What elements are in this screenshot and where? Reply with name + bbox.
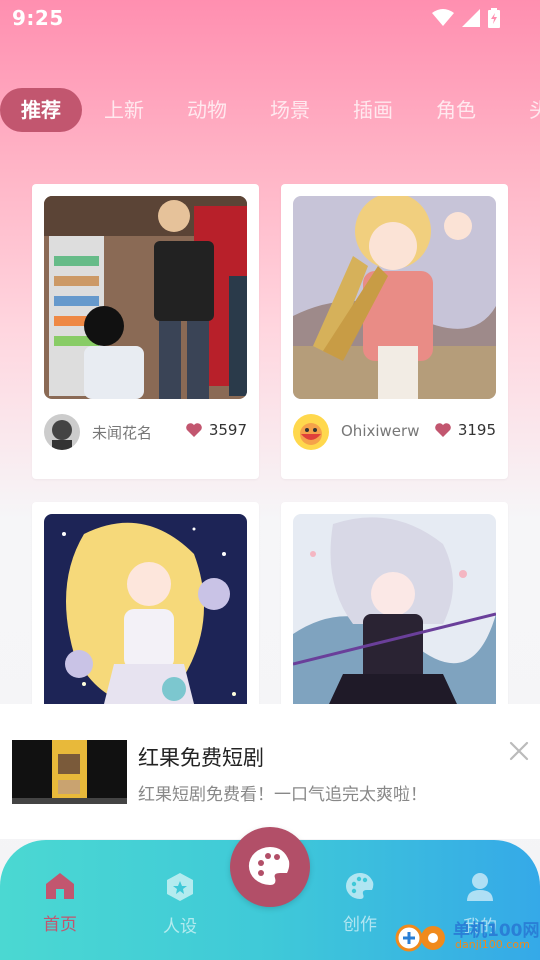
palette-icon xyxy=(248,847,290,885)
tab-illustration[interactable]: 插画 xyxy=(349,88,397,132)
status-bar: 9:25 xyxy=(0,0,540,38)
artwork-image[interactable] xyxy=(293,514,496,717)
wifi-icon xyxy=(432,9,454,26)
watermark-url: danji100.com xyxy=(455,938,530,951)
artwork-image[interactable] xyxy=(44,514,247,717)
author-name[interactable]: Ohixiwerw xyxy=(341,422,419,440)
tab-recommend[interactable]: 推荐 xyxy=(0,88,82,132)
artwork-image[interactable] xyxy=(44,196,247,399)
character-icon xyxy=(167,873,193,901)
nav-create[interactable]: 创作 xyxy=(320,872,400,935)
watermark: 单机100网 danji100.com xyxy=(395,916,540,960)
close-icon[interactable] xyxy=(506,738,532,764)
tab-new[interactable]: 上新 xyxy=(100,88,148,132)
nav-character-label: 人设 xyxy=(163,917,197,937)
heart-icon xyxy=(435,423,451,437)
nav-home-label: 首页 xyxy=(43,915,77,935)
tab-scenes[interactable]: 场景 xyxy=(266,88,314,132)
ad-description[interactable]: 红果短剧免费看！一口气追完太爽啦！ xyxy=(138,780,427,805)
tab-characters[interactable]: 角色 xyxy=(432,88,480,132)
artwork-image[interactable] xyxy=(293,196,496,399)
profile-icon xyxy=(467,873,493,901)
author-avatar[interactable] xyxy=(293,414,329,450)
category-tabs: 推荐 上新 动物 场景 插画 角色 头 xyxy=(0,88,540,134)
author-name[interactable]: 未闻花名 xyxy=(92,422,152,443)
nav-create-label: 创作 xyxy=(343,915,377,935)
tab-avatar[interactable]: 头 xyxy=(515,88,540,132)
like-count-value: 3597 xyxy=(208,421,247,439)
palette-icon xyxy=(346,873,374,899)
ad-banner[interactable]: 红果免费短剧 红果短剧免费看！一口气追完太爽啦！ xyxy=(0,704,540,839)
status-icons xyxy=(432,8,500,28)
like-count[interactable]: 3597 xyxy=(185,421,247,439)
home-icon xyxy=(46,873,74,899)
heart-icon xyxy=(186,423,202,437)
like-count[interactable]: 3195 xyxy=(434,421,496,439)
tab-animals[interactable]: 动物 xyxy=(183,88,231,132)
nav-character[interactable]: 人设 xyxy=(140,872,220,937)
like-count-value: 3195 xyxy=(457,421,496,439)
battery-icon xyxy=(488,8,500,28)
create-fab-button[interactable] xyxy=(230,827,310,907)
ad-thumbnail[interactable] xyxy=(12,740,127,804)
status-time: 9:25 xyxy=(12,6,64,30)
author-avatar[interactable] xyxy=(44,414,80,450)
artwork-card[interactable]: Ohixiwerw 3195 xyxy=(281,184,508,479)
signal-icon xyxy=(462,9,480,27)
ad-title[interactable]: 红果免费短剧 xyxy=(138,742,264,772)
artwork-card[interactable]: 未闻花名 3597 xyxy=(32,184,259,479)
nav-home[interactable]: 首页 xyxy=(20,872,100,935)
